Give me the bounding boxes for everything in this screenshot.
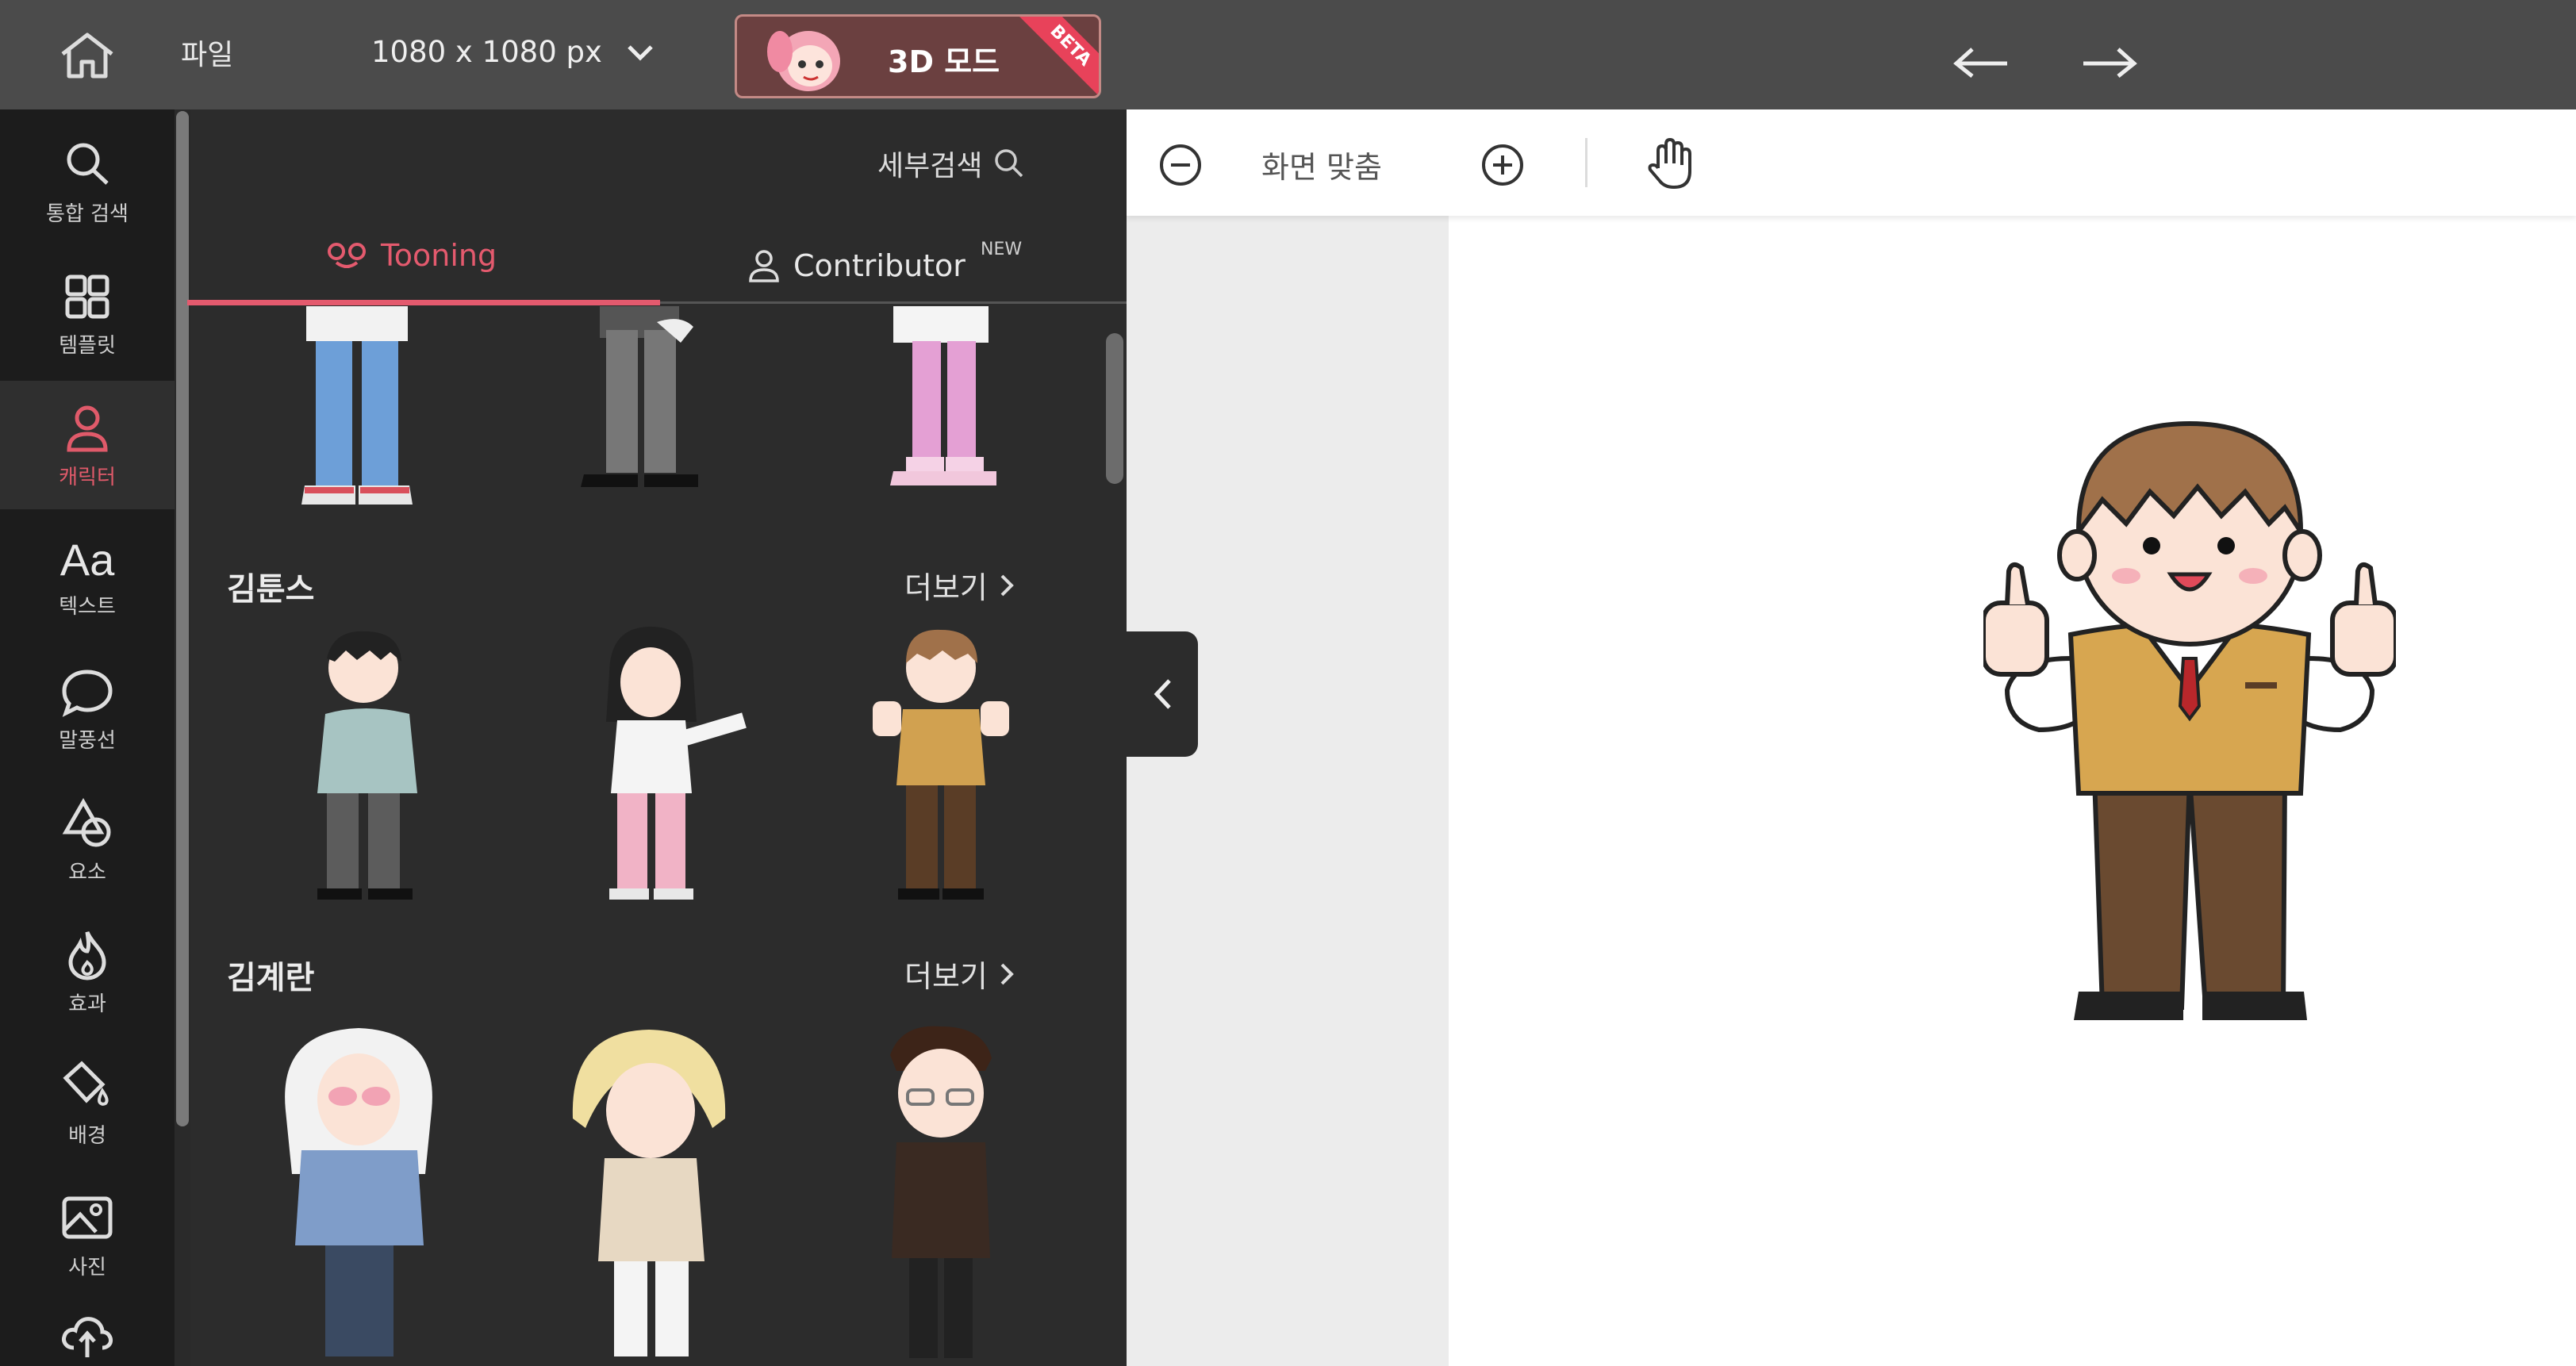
see-more-label: 더보기 (904, 570, 988, 605)
rail-item-label: 통합 검색 (46, 201, 129, 226)
redo-button[interactable] (2079, 32, 2142, 79)
chevron-left-icon (1154, 679, 1171, 709)
chevron-right-icon (1000, 963, 1014, 984)
see-more-link[interactable]: 더보기 (904, 952, 1016, 996)
upload-cloud-icon (62, 1317, 113, 1357)
zoom-out-button[interactable] (1155, 140, 1206, 190)
tab-active-indicator (187, 300, 660, 305)
rail-item-effect[interactable]: 효과 (0, 907, 175, 1036)
minus-circle-icon (1160, 144, 1201, 186)
rail-item-label: 텍스트 (59, 595, 116, 619)
new-badge: NEW (981, 240, 1023, 259)
rail-item-elements[interactable]: 요소 (0, 776, 175, 904)
tab-tooning-label: Tooning (381, 238, 497, 273)
see-more-label: 더보기 (904, 959, 988, 994)
tab-contributor-label: Contributor (793, 248, 966, 283)
3d-character-avatar-icon (767, 31, 840, 91)
shapes-icon (62, 797, 111, 846)
photo-icon (62, 1196, 113, 1238)
rail-item-text[interactable]: Aa 텍스트 (0, 512, 175, 641)
user-icon (749, 250, 779, 282)
tab-contributor[interactable]: Contributor (746, 247, 966, 284)
hand-tool-button[interactable] (1642, 136, 1698, 192)
chevron-right-icon (1000, 574, 1014, 596)
rail-item-label: 사진 (68, 1255, 106, 1280)
rail-item-label: 요소 (68, 860, 106, 884)
rail-item-label: 캐릭터 (59, 465, 116, 489)
panel-scrollbar-thumb[interactable] (1106, 333, 1123, 484)
undo-icon (1953, 48, 2007, 78)
detail-search-button[interactable]: 세부검색 (877, 143, 1027, 184)
see-more-link[interactable]: 더보기 (904, 563, 1016, 607)
character-thumbnail[interactable] (270, 306, 444, 509)
home-button[interactable] (49, 27, 125, 84)
rail-item-background[interactable]: 배경 (0, 1039, 175, 1168)
template-grid-icon (65, 274, 109, 318)
tool-rail: 통합 검색 템플릿 캐릭터 Aa 텍스트 말풍선 요소 효과 배경 사진 (0, 109, 187, 1366)
rail-item-character[interactable]: 캐릭터 (0, 381, 175, 509)
rail-item-template[interactable]: 템플릿 (0, 249, 175, 378)
3d-mode-button[interactable]: 3D 모드 BETA (735, 14, 1101, 98)
rail-item-search[interactable]: 통합 검색 (0, 117, 175, 246)
hand-icon (1648, 138, 1691, 189)
rail-item-label: 배경 (68, 1123, 106, 1148)
character-thumbnail[interactable] (562, 306, 736, 497)
character-thumbnail[interactable] (854, 1023, 1028, 1366)
search-icon (67, 143, 109, 185)
detail-search-label: 세부검색 (877, 150, 983, 182)
file-menu[interactable]: 파일 (181, 32, 233, 73)
canvas-size-label: 1080 x 1080 px (371, 35, 602, 69)
effect-fire-icon (68, 930, 106, 980)
tooning-logo-icon (328, 243, 366, 268)
zoom-in-button[interactable] (1477, 140, 1528, 190)
tab-tooning[interactable]: Tooning (325, 238, 497, 273)
beta-badge: BETA (1008, 17, 1099, 96)
rail-item-label: 템플릿 (59, 333, 116, 358)
rail-item-photo[interactable]: 사진 (0, 1171, 175, 1299)
redo-icon (2083, 48, 2137, 78)
plus-circle-icon (1482, 144, 1523, 186)
toolbar-divider (1585, 138, 1587, 187)
rail-item-upload[interactable] (0, 1303, 175, 1366)
undo-button[interactable] (1948, 32, 2012, 79)
character-thumbnail[interactable] (270, 1023, 452, 1366)
canvas-size-dropdown[interactable]: 1080 x 1080 px (371, 35, 655, 69)
character-thumbnail[interactable] (270, 627, 460, 904)
character-thumbnail[interactable] (562, 627, 768, 904)
speech-bubble-icon (62, 669, 113, 717)
character-thumbnail[interactable] (562, 1023, 752, 1366)
search-icon (995, 149, 1023, 178)
chevron-down-icon (628, 44, 653, 61)
3d-mode-label: 3D 모드 (888, 44, 1000, 79)
character-thumbnail[interactable] (854, 306, 1028, 497)
rail-item-label: 효과 (68, 992, 106, 1016)
collapse-panel-button[interactable] (1127, 631, 1198, 757)
section-title: 김툰스 (227, 571, 315, 608)
rail-scrollbar-thumb[interactable] (176, 111, 189, 1126)
fit-to-screen-button[interactable]: 화면 맞춤 (1261, 143, 1382, 186)
home-icon (61, 33, 113, 79)
rail-item-speech-bubble[interactable]: 말풍선 (0, 644, 175, 773)
rail-item-label: 말풍선 (59, 728, 116, 753)
text-icon: Aa (60, 535, 115, 585)
character-thumbnail[interactable] (854, 627, 1028, 904)
character-icon (67, 405, 108, 451)
canvas-character[interactable] (1983, 420, 2396, 1039)
paint-bucket-icon (63, 1061, 109, 1106)
section-title: 김계란 (227, 960, 315, 996)
